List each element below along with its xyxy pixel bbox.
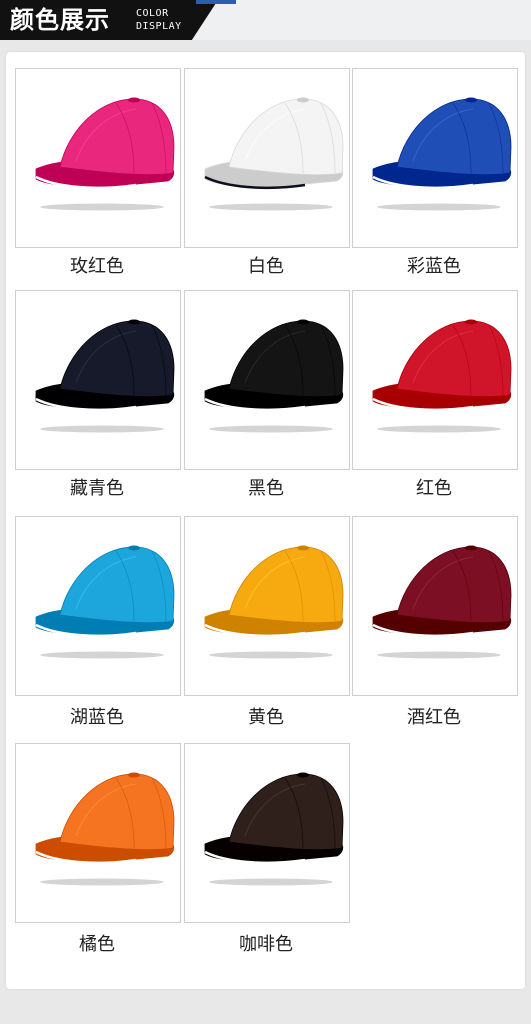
baseball-cap-image xyxy=(35,97,175,211)
header-accent xyxy=(196,0,236,4)
baseball-cap-image xyxy=(372,545,512,659)
baseball-cap-image xyxy=(372,319,512,433)
baseball-cap-image xyxy=(204,772,344,886)
baseball-cap-image xyxy=(372,97,512,211)
section-title: 颜色展示 xyxy=(10,6,110,34)
color-label: 玫红色 xyxy=(70,256,124,277)
baseball-cap-image xyxy=(204,97,344,211)
subtitle-line-2: DISPLAY xyxy=(136,21,182,32)
baseball-cap-image xyxy=(204,545,344,659)
color-label: 黄色 xyxy=(248,707,284,728)
subtitle-line-1: COLOR xyxy=(136,8,169,19)
color-label: 橘色 xyxy=(79,934,115,955)
color-swatch-card[interactable] xyxy=(352,516,518,696)
color-label: 彩蓝色 xyxy=(407,256,461,277)
color-swatch-card[interactable] xyxy=(352,290,518,470)
color-label: 咖啡色 xyxy=(239,934,293,955)
color-swatch-card[interactable] xyxy=(184,290,350,470)
color-label: 藏青色 xyxy=(70,478,124,499)
color-swatch-card[interactable] xyxy=(15,516,181,696)
baseball-cap-image xyxy=(35,319,175,433)
color-swatch-card[interactable] xyxy=(184,68,350,248)
baseball-cap-image xyxy=(35,545,175,659)
color-label: 湖蓝色 xyxy=(70,707,124,728)
color-label: 酒红色 xyxy=(407,707,461,728)
color-label: 红色 xyxy=(416,478,452,499)
color-swatch-card[interactable] xyxy=(184,516,350,696)
color-swatch-card[interactable] xyxy=(15,743,181,923)
color-swatch-card[interactable] xyxy=(15,290,181,470)
section-subtitle: COLOR DISPLAY xyxy=(136,7,182,33)
header-bar: 颜色展示 COLOR DISPLAY xyxy=(0,0,531,40)
color-label: 黑色 xyxy=(248,478,284,499)
baseball-cap-image xyxy=(35,772,175,886)
color-swatch-card[interactable] xyxy=(352,68,518,248)
color-swatch-card[interactable] xyxy=(184,743,350,923)
baseball-cap-image xyxy=(204,319,344,433)
color-swatch-card[interactable] xyxy=(15,68,181,248)
color-label: 白色 xyxy=(248,256,284,277)
